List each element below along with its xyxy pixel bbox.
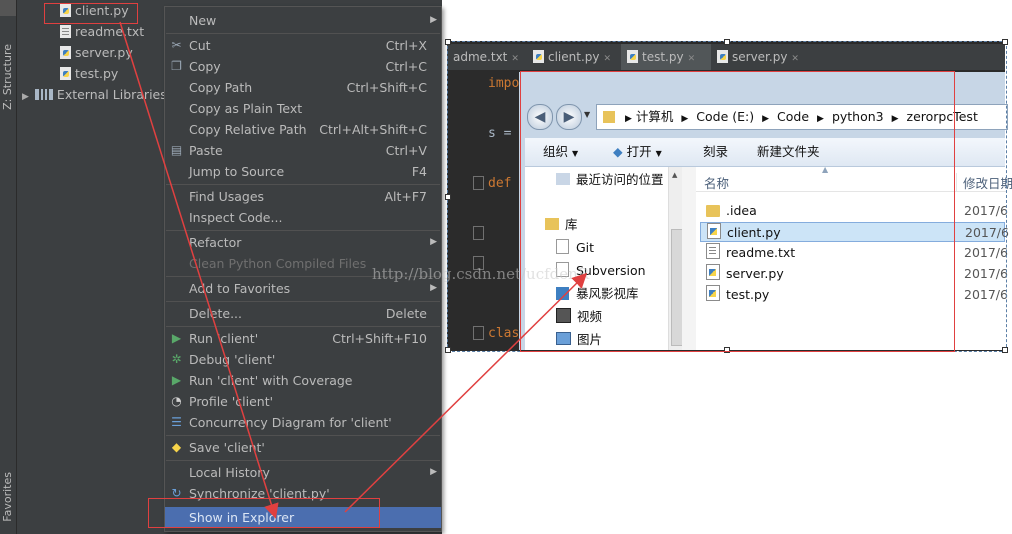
annotation-arrows [119,21,588,519]
arrow-client-to-menu [119,21,279,519]
arrow-menu-to-explorer [344,272,588,513]
